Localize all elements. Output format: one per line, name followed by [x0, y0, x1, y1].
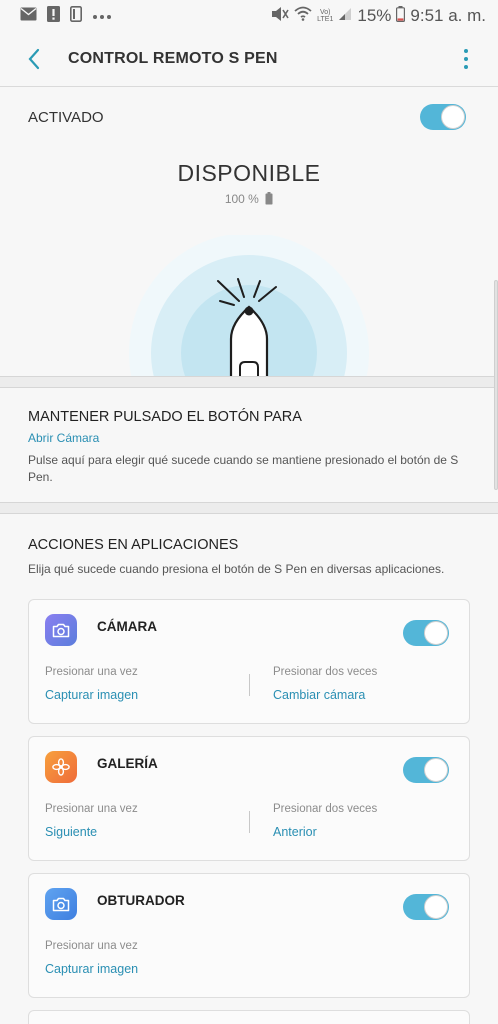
back-button[interactable] [18, 43, 50, 75]
gallery-toggle[interactable] [403, 757, 449, 783]
single-press-value: Capturar imagen [45, 688, 139, 702]
pen-battery-value: 100 % [224, 192, 259, 206]
master-switch-label: ACTIVADO [28, 108, 104, 126]
single-press-label: Presionar una vez [45, 803, 138, 815]
pen-status-text: DISPONIBLE [177, 160, 321, 186]
app-card-camera: CÁMARA Presionar una vez Capturar imagen… [28, 599, 470, 724]
column-divider [249, 811, 250, 833]
hold-button-description: Pulse aquí para elegir qué sucede cuando… [28, 453, 459, 484]
double-press-label: Presionar dos veces [273, 803, 378, 815]
master-switch-row[interactable]: ACTIVADO [0, 96, 498, 138]
camera-icon [45, 888, 77, 920]
scroll-handle[interactable] [494, 280, 498, 490]
battery-percent: 15% [357, 6, 392, 25]
hold-button-value: Abrir Cámara [28, 431, 100, 445]
back-arrow-icon [28, 48, 40, 70]
alert-notification-icon [47, 5, 60, 27]
hold-button-title: MANTENER PULSADO EL BOTÓN PARA [28, 409, 302, 425]
document-notification-icon [70, 5, 82, 27]
double-press-setting[interactable]: Presionar dos veces Anterior [273, 803, 377, 839]
single-press-label: Presionar una vez [45, 666, 138, 678]
header-divider [0, 86, 498, 87]
network-type-label: Vo) LTE1 [317, 9, 334, 23]
section-divider [0, 376, 498, 388]
pen-battery: 100 % [0, 192, 498, 208]
double-press-setting[interactable]: Presionar dos veces Cambiar cámara [273, 666, 377, 702]
app-name: OBTURADOR [97, 892, 185, 908]
single-press-value: Siguiente [45, 825, 98, 839]
single-press-value: Capturar imagen [45, 962, 139, 976]
single-press-label: Presionar una vez [45, 940, 138, 952]
column-divider [249, 674, 250, 696]
single-press-setting[interactable]: Presionar una vez Capturar imagen [45, 940, 138, 976]
app-name: GALERÍA [97, 755, 158, 771]
double-press-value: Anterior [273, 825, 317, 839]
page-title: CONTROL REMOTO S PEN [68, 50, 278, 67]
single-press-setting[interactable]: Presionar una vez Capturar imagen [45, 666, 138, 702]
pen-battery-icon [265, 192, 273, 208]
camera-toggle[interactable] [403, 620, 449, 646]
status-bar: Vo) LTE1 15% 9:51 a. m. [0, 0, 498, 32]
app-name: CÁMARA [97, 618, 157, 634]
battery-icon [396, 5, 406, 27]
shutter-toggle[interactable] [403, 894, 449, 920]
app-card-shutter: OBTURADOR Presionar una vez Capturar ima… [28, 873, 470, 998]
single-press-setting[interactable]: Presionar una vez Siguiente [45, 803, 138, 839]
master-switch-toggle[interactable] [420, 104, 466, 130]
more-options-button[interactable] [452, 43, 480, 75]
double-press-label: Presionar dos veces [273, 666, 378, 678]
app-card-next [28, 1010, 470, 1024]
more-notifications-icon [92, 7, 112, 25]
app-actions-title: ACCIONES EN APLICACIONES [28, 537, 239, 553]
gallery-flower-icon [45, 751, 77, 783]
mute-icon [271, 6, 289, 27]
camera-icon [45, 614, 77, 646]
email-notification-icon [20, 7, 37, 26]
app-card-gallery: GALERÍA Presionar una vez Siguiente Pres… [28, 736, 470, 861]
s-pen-illustration [0, 235, 498, 377]
app-bar: CONTROL REMOTO S PEN [0, 32, 498, 86]
signal-icon [338, 7, 352, 26]
section-divider [0, 502, 498, 514]
clock: 9:51 a. m. [410, 6, 486, 25]
double-press-value: Cambiar cámara [273, 688, 366, 702]
app-actions-description: Elija qué sucede cuando presiona el botó… [28, 562, 445, 576]
wifi-icon [294, 6, 312, 26]
